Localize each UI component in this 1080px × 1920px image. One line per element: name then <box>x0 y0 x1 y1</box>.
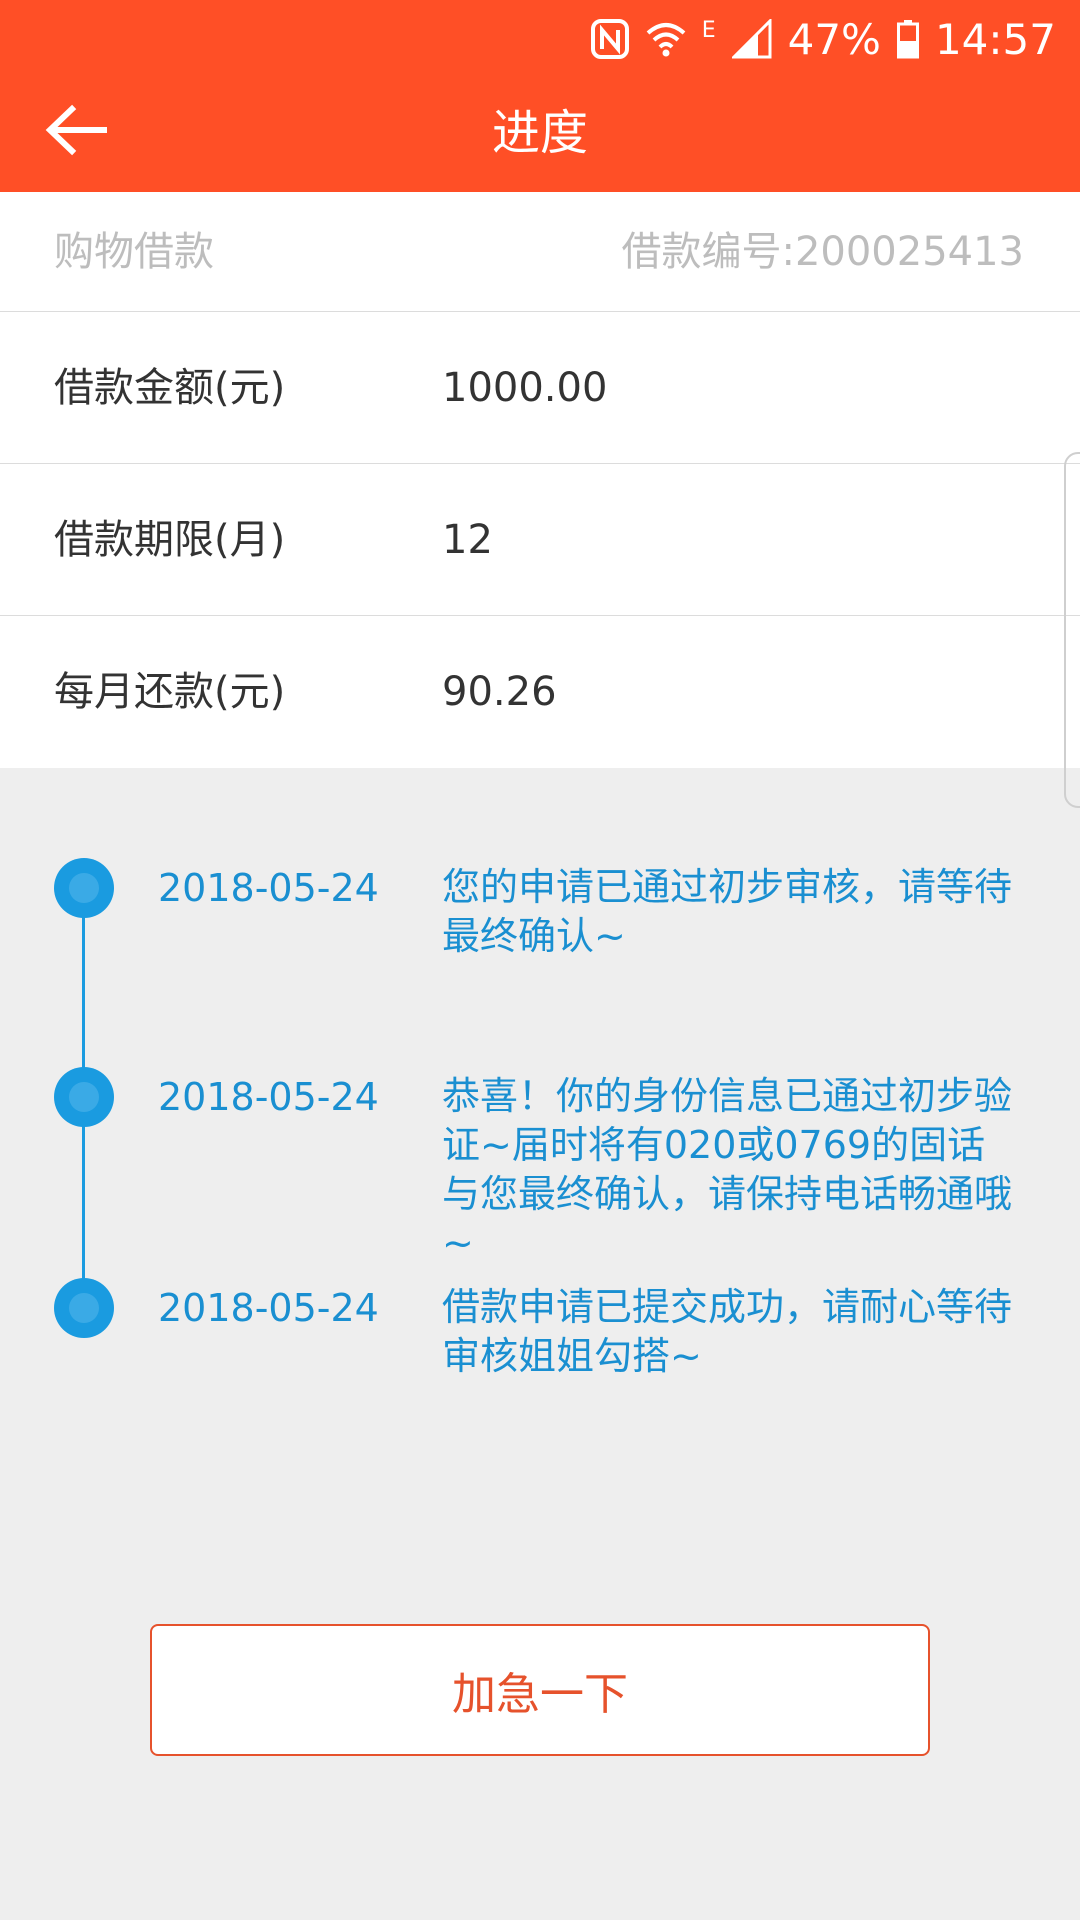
loan-amount-value: 1000.00 <box>442 365 608 411</box>
loan-header: 购物借款 借款编号:200025413 <box>0 192 1080 312</box>
loan-number: 借款编号:200025413 <box>621 229 1024 275</box>
timeline-text: 您的申请已通过初步审核，请等待最终确认~ <box>442 865 1013 958</box>
timeline-text: 借款申请已提交成功，请耐心等待审核姐姐勾搭~ <box>442 1285 1013 1378</box>
signal-icon <box>731 19 772 59</box>
battery-percent: 47% <box>787 14 881 64</box>
timeline-date: 2018-05-24 <box>158 1075 379 1119</box>
status-bar: E 47% 14:57 <box>590 14 1056 64</box>
clock: 14:57 <box>934 14 1056 64</box>
nfc-icon <box>590 18 630 60</box>
urge-button[interactable]: 加急一下 <box>150 1624 930 1756</box>
loan-type: 购物借款 <box>54 229 214 275</box>
edge-panel-handle[interactable] <box>1064 452 1080 808</box>
loan-amount-row: 借款金额(元) 1000.00 <box>0 312 1080 464</box>
monthly-payment-row: 每月还款(元) 90.26 <box>0 616 1080 768</box>
loan-term-value: 12 <box>442 517 493 563</box>
page-title: 进度 <box>491 105 588 161</box>
timeline-date: 2018-05-24 <box>158 866 379 910</box>
timeline-dot <box>54 1278 114 1338</box>
timeline-date: 2018-05-24 <box>158 1286 379 1330</box>
monthly-payment-value: 90.26 <box>442 669 557 715</box>
network-type-label: E <box>701 17 716 43</box>
timeline-text: 恭喜！你的身份信息已通过初步验证~届时将有020或0769的固话与您最终确认，请… <box>442 1074 1013 1265</box>
monthly-payment-label: 每月还款(元) <box>54 669 286 715</box>
loan-term-row: 借款期限(月) 12 <box>0 464 1080 616</box>
battery-icon <box>896 19 919 59</box>
timeline-dot <box>54 858 114 918</box>
loan-amount-label: 借款金额(元) <box>54 365 286 411</box>
loan-term-label: 借款期限(月) <box>54 517 286 563</box>
timeline-dot <box>54 1067 114 1127</box>
wifi-icon <box>646 19 686 59</box>
app-bar: E 47% 14:57 进度 <box>0 0 1080 192</box>
